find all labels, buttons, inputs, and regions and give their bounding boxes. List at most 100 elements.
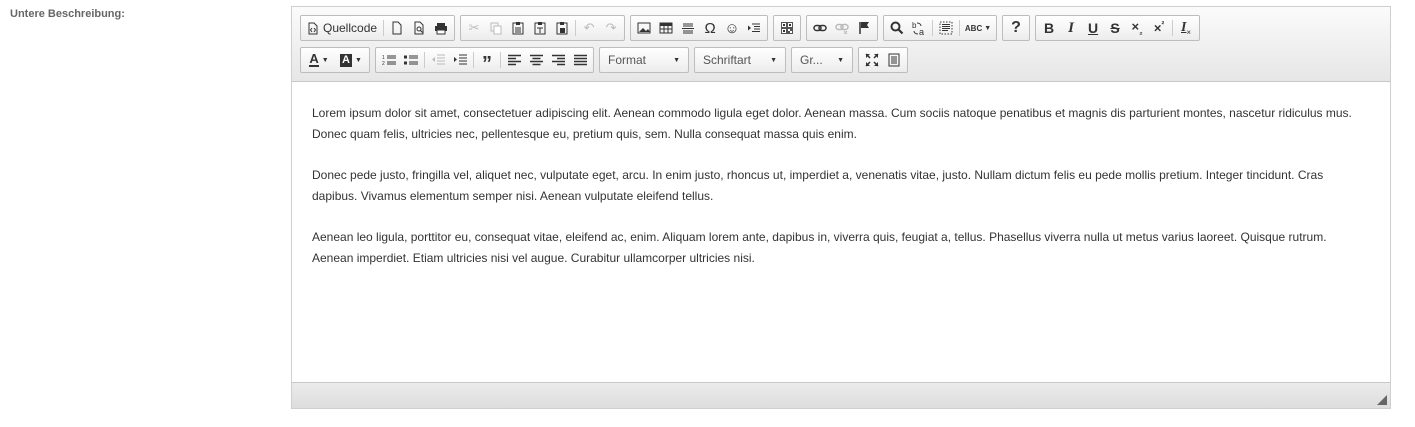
- svg-text:2: 2: [382, 61, 385, 66]
- special-char-button[interactable]: Ω: [699, 17, 721, 39]
- undo-button[interactable]: ↶: [578, 17, 600, 39]
- text-color-button[interactable]: A ▼: [303, 49, 335, 71]
- bulleted-list-button[interactable]: [400, 49, 422, 71]
- preview-icon: [414, 21, 424, 35]
- maximize-button[interactable]: [861, 49, 883, 71]
- smiley-button[interactable]: ☺: [721, 17, 743, 39]
- redo-icon: ↷: [605, 20, 617, 35]
- paste-text-button[interactable]: [529, 17, 551, 39]
- print-icon: [435, 22, 448, 34]
- svg-text:b: b: [912, 21, 917, 30]
- show-blocks-button[interactable]: [883, 49, 905, 71]
- separator: [1172, 20, 1174, 36]
- bg-color-button[interactable]: A ▼: [335, 49, 367, 71]
- align-right-icon: [551, 54, 565, 66]
- blockquote-button[interactable]: ”: [476, 49, 498, 75]
- subscript-button[interactable]: ×₂: [1126, 17, 1148, 39]
- format-dropdown[interactable]: Format ▼: [599, 47, 689, 73]
- superscript-button[interactable]: ×²: [1148, 17, 1170, 39]
- separator: [575, 20, 577, 36]
- editing-group: ba ABC ▼: [883, 15, 998, 41]
- numbered-list-button[interactable]: 12: [378, 49, 400, 71]
- underline-icon: U: [1087, 20, 1099, 36]
- preview-button[interactable]: [408, 17, 430, 39]
- format-dropdown-label: Format: [608, 53, 647, 67]
- new-page-button[interactable]: [386, 17, 408, 39]
- anchor-button[interactable]: [853, 17, 875, 39]
- unlink-button[interactable]: [831, 17, 853, 39]
- strike-button[interactable]: S: [1104, 17, 1126, 39]
- outdent-icon: [432, 54, 445, 65]
- spellcheck-button[interactable]: ABC ▼: [962, 17, 994, 39]
- select-all-button[interactable]: [935, 17, 957, 39]
- justify-button[interactable]: [569, 49, 591, 71]
- replace-button[interactable]: ba: [908, 17, 930, 39]
- table-button[interactable]: [655, 17, 677, 39]
- subscript-icon: ×₂: [1131, 19, 1143, 37]
- paste-button[interactable]: [507, 17, 529, 39]
- document-group: Quellcode: [300, 15, 456, 41]
- paste-word-icon: [556, 22, 568, 35]
- underline-button[interactable]: U: [1082, 17, 1104, 39]
- italic-button[interactable]: I: [1060, 17, 1082, 39]
- separator: [424, 52, 425, 68]
- maximize-icon: [865, 53, 879, 67]
- link-button[interactable]: [809, 17, 831, 39]
- page-break-button[interactable]: [743, 17, 765, 39]
- horizontal-line-button[interactable]: [677, 17, 699, 39]
- editor-content[interactable]: Lorem ipsum dolor sit amet, consectetuer…: [292, 83, 1390, 383]
- bold-button[interactable]: B: [1038, 17, 1060, 39]
- resize-handle-icon[interactable]: [1377, 395, 1387, 405]
- text-color-icon: A: [309, 51, 319, 67]
- align-left-button[interactable]: [503, 49, 525, 71]
- svg-text:a: a: [919, 27, 924, 36]
- align-center-button[interactable]: [525, 49, 547, 71]
- print-button[interactable]: [430, 17, 452, 39]
- qr-group: [773, 15, 802, 41]
- source-button[interactable]: Quellcode: [303, 17, 381, 39]
- chevron-down-icon: ▼: [355, 56, 362, 64]
- align-left-icon: [507, 54, 521, 66]
- chevron-down-icon: ▼: [673, 56, 680, 64]
- content-paragraph: Donec pede justo, fringilla vel, aliquet…: [312, 168, 1324, 203]
- indent-icon: [454, 54, 467, 65]
- chevron-down-icon: ▼: [770, 56, 777, 64]
- remove-format-button[interactable]: I×: [1175, 17, 1197, 39]
- find-button[interactable]: [886, 17, 908, 39]
- source-label: Quellcode: [323, 21, 378, 35]
- paste-word-button[interactable]: [551, 17, 573, 39]
- copy-icon: [490, 22, 502, 34]
- bg-color-icon: A: [340, 53, 352, 67]
- align-center-icon: [529, 54, 543, 66]
- chevron-down-icon: ▼: [837, 56, 844, 64]
- cut-button[interactable]: ✂: [463, 17, 485, 39]
- remove-format-icon: I×: [1181, 19, 1192, 37]
- size-dropdown[interactable]: Gr... ▼: [791, 47, 853, 73]
- colors-group: A ▼ A ▼: [300, 47, 370, 73]
- redo-button[interactable]: ↷: [600, 17, 622, 39]
- separator: [932, 20, 934, 36]
- field-label: Untere Beschreibung:: [10, 8, 125, 20]
- special-char-icon: Ω: [704, 19, 716, 37]
- align-right-button[interactable]: [547, 49, 569, 71]
- image-button[interactable]: [633, 17, 655, 39]
- copy-button[interactable]: [485, 17, 507, 39]
- source-icon: [308, 22, 318, 34]
- strike-icon: S: [1110, 20, 1120, 36]
- chevron-down-icon: ▼: [984, 24, 992, 32]
- tools-group: [858, 47, 908, 73]
- separator: [959, 20, 961, 36]
- basic-styles-group: B I U S ×₂ ×² I×: [1035, 15, 1201, 41]
- link-icon: [813, 24, 827, 32]
- image-icon: [637, 22, 651, 34]
- outdent-button[interactable]: [427, 49, 449, 71]
- replace-icon: ba: [912, 21, 924, 36]
- editor-toolbar: Quellcode ✂ ↶ ↷ Ω ☺ b a ABC ▼ ? B I U S …: [292, 7, 1390, 82]
- blockquote-icon: ”: [482, 53, 492, 75]
- toolbar-row-2: A ▼ A ▼ 12 ” Format ▼ Schriftart ▼ Gr...…: [300, 47, 913, 75]
- show-blocks-icon: [888, 53, 900, 67]
- help-button[interactable]: ?: [1005, 17, 1027, 39]
- qr-code-button[interactable]: [776, 17, 798, 39]
- indent-button[interactable]: [449, 49, 471, 71]
- font-dropdown[interactable]: Schriftart ▼: [694, 47, 786, 73]
